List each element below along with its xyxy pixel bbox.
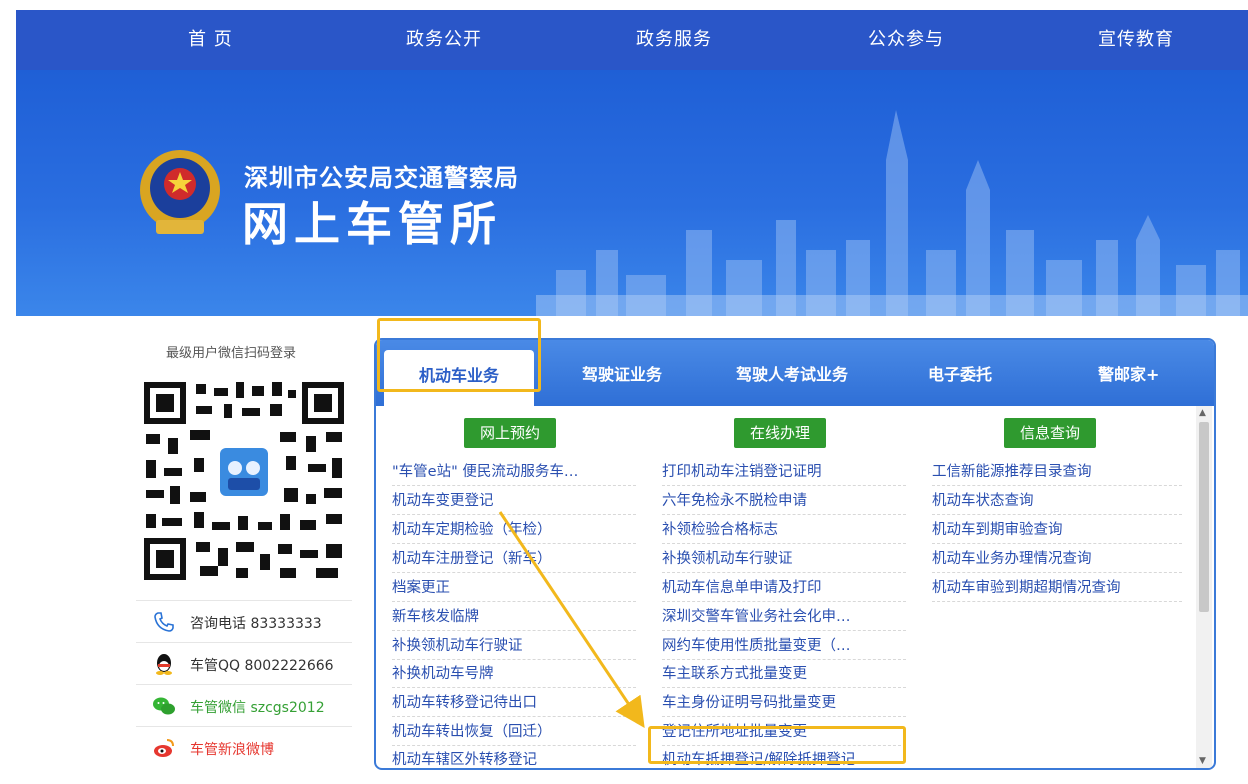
nav-gov-open[interactable]: 政务公开 [406, 10, 482, 70]
scrollbar-thumb[interactable] [1199, 422, 1209, 612]
contact-wechat: 车管微信 szcgs2012 [136, 684, 352, 726]
link-booking-8[interactable]: 补换机动车号牌 [392, 660, 636, 688]
link-handle-1[interactable]: 打印机动车注销登记证明 [662, 458, 906, 486]
link-query-3[interactable]: 机动车到期审验查询 [932, 516, 1182, 544]
page-frame: 首 页 政务公开 政务服务 公众参与 宣传教育 深圳市公安局交通警察局 网上车管… [16, 10, 1248, 784]
wechat-icon [153, 697, 175, 715]
link-query-2[interactable]: 机动车状态查询 [932, 487, 1182, 515]
wechat-qr-code[interactable] [140, 378, 348, 584]
section-online-booking[interactable]: 网上预约 [464, 418, 556, 448]
section-info-query[interactable]: 信息查询 [1004, 418, 1096, 448]
header-banner: 深圳市公安局交通警察局 网上车管所 [16, 70, 1248, 316]
link-booking-2[interactable]: 机动车变更登记 [392, 487, 636, 515]
contact-qq-text: 车管QQ 8002222666 [190, 658, 334, 674]
link-booking-10[interactable]: 机动车转出恢复（回迁） [392, 718, 636, 746]
scroll-up-icon[interactable]: ▲ [1199, 408, 1206, 418]
link-query-1[interactable]: 工信新能源推荐目录查询 [932, 458, 1182, 486]
top-nav: 首 页 政务公开 政务服务 公众参与 宣传教育 [16, 10, 1248, 70]
banner-title: 网上车管所 [242, 197, 502, 251]
tab-post-home[interactable]: 警邮家+ [1098, 340, 1159, 406]
link-query-5[interactable]: 机动车审验到期超期情况查询 [932, 574, 1182, 602]
link-handle-6[interactable]: 深圳交警车管业务社会化申… [662, 603, 906, 631]
link-booking-4[interactable]: 机动车注册登记（新车） [392, 545, 636, 573]
link-booking-11[interactable]: 机动车辖区外转移登记 [392, 746, 636, 768]
link-handle-3[interactable]: 补领检验合格标志 [662, 516, 906, 544]
qr-title: 最级用户微信扫码登录 [166, 346, 297, 361]
contact-wechat-text: 车管微信 szcgs2012 [190, 700, 325, 716]
contact-phone: 咨询电话 83333333 [136, 600, 352, 642]
link-booking-3[interactable]: 机动车定期检验（年检） [392, 516, 636, 544]
contact-qq: 车管QQ 8002222666 [136, 642, 352, 684]
sidebar: 最级用户微信扫码登录 咨询电话 83333333 车管QQ 8002222666… [136, 328, 352, 768]
link-handle-10[interactable]: 登记住所地址批量变更 [662, 718, 906, 746]
link-query-4[interactable]: 机动车业务办理情况查询 [932, 545, 1182, 573]
link-handle-2[interactable]: 六年免检永不脱检申请 [662, 487, 906, 515]
city-skyline-image [536, 110, 1248, 316]
nav-education[interactable]: 宣传教育 [1098, 10, 1174, 70]
tab-vehicle-business[interactable]: 机动车业务 [384, 350, 534, 406]
contact-weibo-text: 车管新浪微博 [190, 742, 274, 758]
link-handle-4[interactable]: 补换领机动车行驶证 [662, 545, 906, 573]
nav-home[interactable]: 首 页 [188, 10, 233, 70]
qq-icon [156, 654, 172, 675]
link-booking-5[interactable]: 档案更正 [392, 574, 636, 602]
link-handle-7[interactable]: 网约车使用性质批量变更（… [662, 632, 906, 660]
tab-license-business[interactable]: 驾驶证业务 [582, 340, 662, 406]
panel-scrollbar[interactable]: ▲ ▼ [1196, 406, 1212, 768]
contact-phone-text: 咨询电话 83333333 [190, 616, 322, 632]
link-handle-mortgage[interactable]: 机动车抵押登记/解除抵押登记 [662, 746, 906, 768]
scroll-down-icon[interactable]: ▼ [1199, 756, 1206, 766]
phone-icon [154, 612, 174, 632]
weibo-icon [154, 739, 174, 757]
contact-weibo: 车管新浪微博 [136, 726, 352, 768]
nav-gov-service[interactable]: 政务服务 [636, 10, 712, 70]
business-tabs: 机动车业务 驾驶证业务 驾驶人考试业务 电子委托 警邮家+ [376, 340, 1214, 406]
link-booking-9[interactable]: 机动车转移登记待出口 [392, 689, 636, 717]
link-booking-1[interactable]: "车管e站" 便民流动服务车… [392, 458, 636, 486]
tab-e-authorization[interactable]: 电子委托 [928, 340, 992, 406]
nav-public-participation[interactable]: 公众参与 [868, 10, 944, 70]
link-booking-6[interactable]: 新车核发临牌 [392, 603, 636, 631]
link-handle-5[interactable]: 机动车信息单申请及打印 [662, 574, 906, 602]
link-handle-8[interactable]: 车主联系方式批量变更 [662, 660, 906, 688]
link-handle-9[interactable]: 车主身份证明号码批量变更 [662, 689, 906, 717]
business-panel: 机动车业务 驾驶证业务 驾驶人考试业务 电子委托 警邮家+ 网上预约 在线办理 … [374, 338, 1216, 770]
link-booking-7[interactable]: 补换领机动车行驶证 [392, 632, 636, 660]
tab-driver-exam[interactable]: 驾驶人考试业务 [736, 340, 848, 406]
section-online-handle[interactable]: 在线办理 [734, 418, 826, 448]
police-emblem-icon [140, 150, 220, 234]
